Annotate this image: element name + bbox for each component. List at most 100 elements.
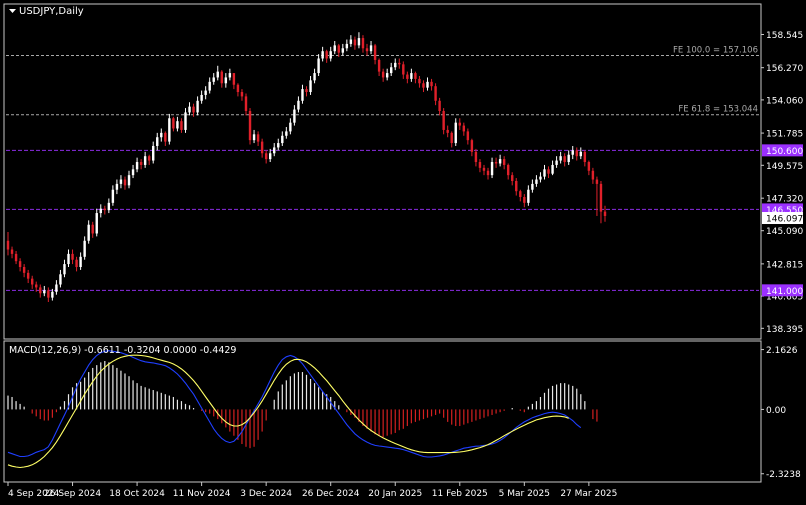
candle-body [301,89,304,101]
signal-line [7,354,569,469]
horizontal-levels [6,149,759,291]
candle-body [87,224,90,241]
chart-title[interactable]: USDJPY,Daily [9,6,84,17]
candle-body [256,134,260,142]
symbol-title: USDJPY,Daily [19,6,84,17]
candle-body [454,122,457,144]
candle-body [248,110,252,141]
candle-body [156,137,159,146]
candle-body [91,224,94,234]
candle-body [123,179,127,186]
candle-body [83,240,86,257]
candle-body [511,175,514,181]
candle-body [119,179,123,184]
candle-body [127,175,131,186]
candle-body [71,253,74,260]
candle-body [317,58,320,74]
candle-body [365,48,369,52]
macd-panel-frame [3,340,762,483]
candle-body [305,89,308,93]
candle-body [115,183,119,190]
candle-body [289,122,292,132]
candle-body [595,179,599,184]
macd-histogram [7,360,598,449]
candle-body [51,291,54,298]
candle-body [139,162,143,165]
time-tick-label: 20 Jan 2025 [368,489,422,499]
candle-body [240,92,244,97]
candle-body [442,110,445,130]
candle-body [268,153,272,160]
candle-body [567,154,570,163]
time-tick-label: 18 Oct 2024 [109,489,165,499]
candle-body [414,73,417,79]
candle-body [349,39,353,44]
candle-body [67,253,70,265]
candle-body [555,160,558,165]
candle-body [95,213,98,234]
candle-body [341,48,345,53]
candle-body [293,109,296,123]
macd-tick-label: 0.00 [766,406,786,416]
candle-body [216,71,219,78]
candle-body [208,81,211,91]
macd-panel[interactable]: 2.1626 0.00 -2.3238 MACD(12,26,9) -0.6611 … [3,340,801,483]
candle-body [385,73,389,78]
candle-body [490,162,494,176]
candle-body [547,169,550,174]
time-tick-label: 26 Dec 2024 [302,489,360,499]
time-tick-label: 27 Mar 2025 [560,489,617,499]
candle-body [333,45,336,52]
candle-body [458,122,461,126]
candle-body [164,132,167,142]
candle-body [519,191,522,198]
price-tick-label: 158.545 [766,31,803,41]
candle-body [583,151,587,163]
triangle-down-icon[interactable] [9,9,16,13]
candle-body [321,51,324,59]
candle-body [462,125,466,132]
level-tag: 150.600 [766,147,803,157]
price-panel-frame [3,3,762,340]
candle-body [506,164,510,176]
time-tick-label: 5 Mar 2025 [499,489,550,499]
candle-body [450,132,453,144]
candle-body [204,90,207,95]
candle-body [107,202,111,211]
candle-body [30,278,34,285]
candle-body [228,73,232,78]
current-price-tag: 146.097 [766,215,803,225]
candle-body [535,179,538,184]
fibonacci-levels: FE 100.0 = 157.106 FE 61.8 = 153.044 [6,45,759,116]
time-tick-label: 3 Dec 2024 [240,489,292,499]
candle-body [434,86,437,101]
candle-body [10,249,14,254]
candle-body [603,211,607,216]
candle-body [313,73,316,81]
candle-body [188,106,191,113]
candle-body [579,151,583,157]
trading-chart: FE 100.0 = 157.106 FE 61.8 = 153.044 158.… [3,3,803,499]
price-tick-label: 145.090 [766,227,803,237]
candle-body [236,84,240,93]
candle-body [196,100,199,113]
candle-body [244,96,248,111]
price-tick-label: 154.060 [766,96,803,106]
candle-body [515,180,518,192]
candle-body [200,94,203,101]
candlesticks [6,32,607,303]
time-tick-label: 11 Nov 2024 [173,489,231,499]
candle-body [410,73,413,79]
price-panel[interactable]: FE 100.0 = 157.106 FE 61.8 = 153.044 158.… [3,3,803,340]
candle-body [184,112,187,130]
candle-body [232,73,236,85]
candle-body [389,67,393,74]
candle-body [430,81,433,87]
candle-body [131,169,135,176]
candle-body [426,81,429,88]
candle-body [494,162,498,164]
candle-body [523,197,526,203]
candle-body [111,189,115,203]
candle-body [252,134,256,141]
candle-body [168,118,171,142]
